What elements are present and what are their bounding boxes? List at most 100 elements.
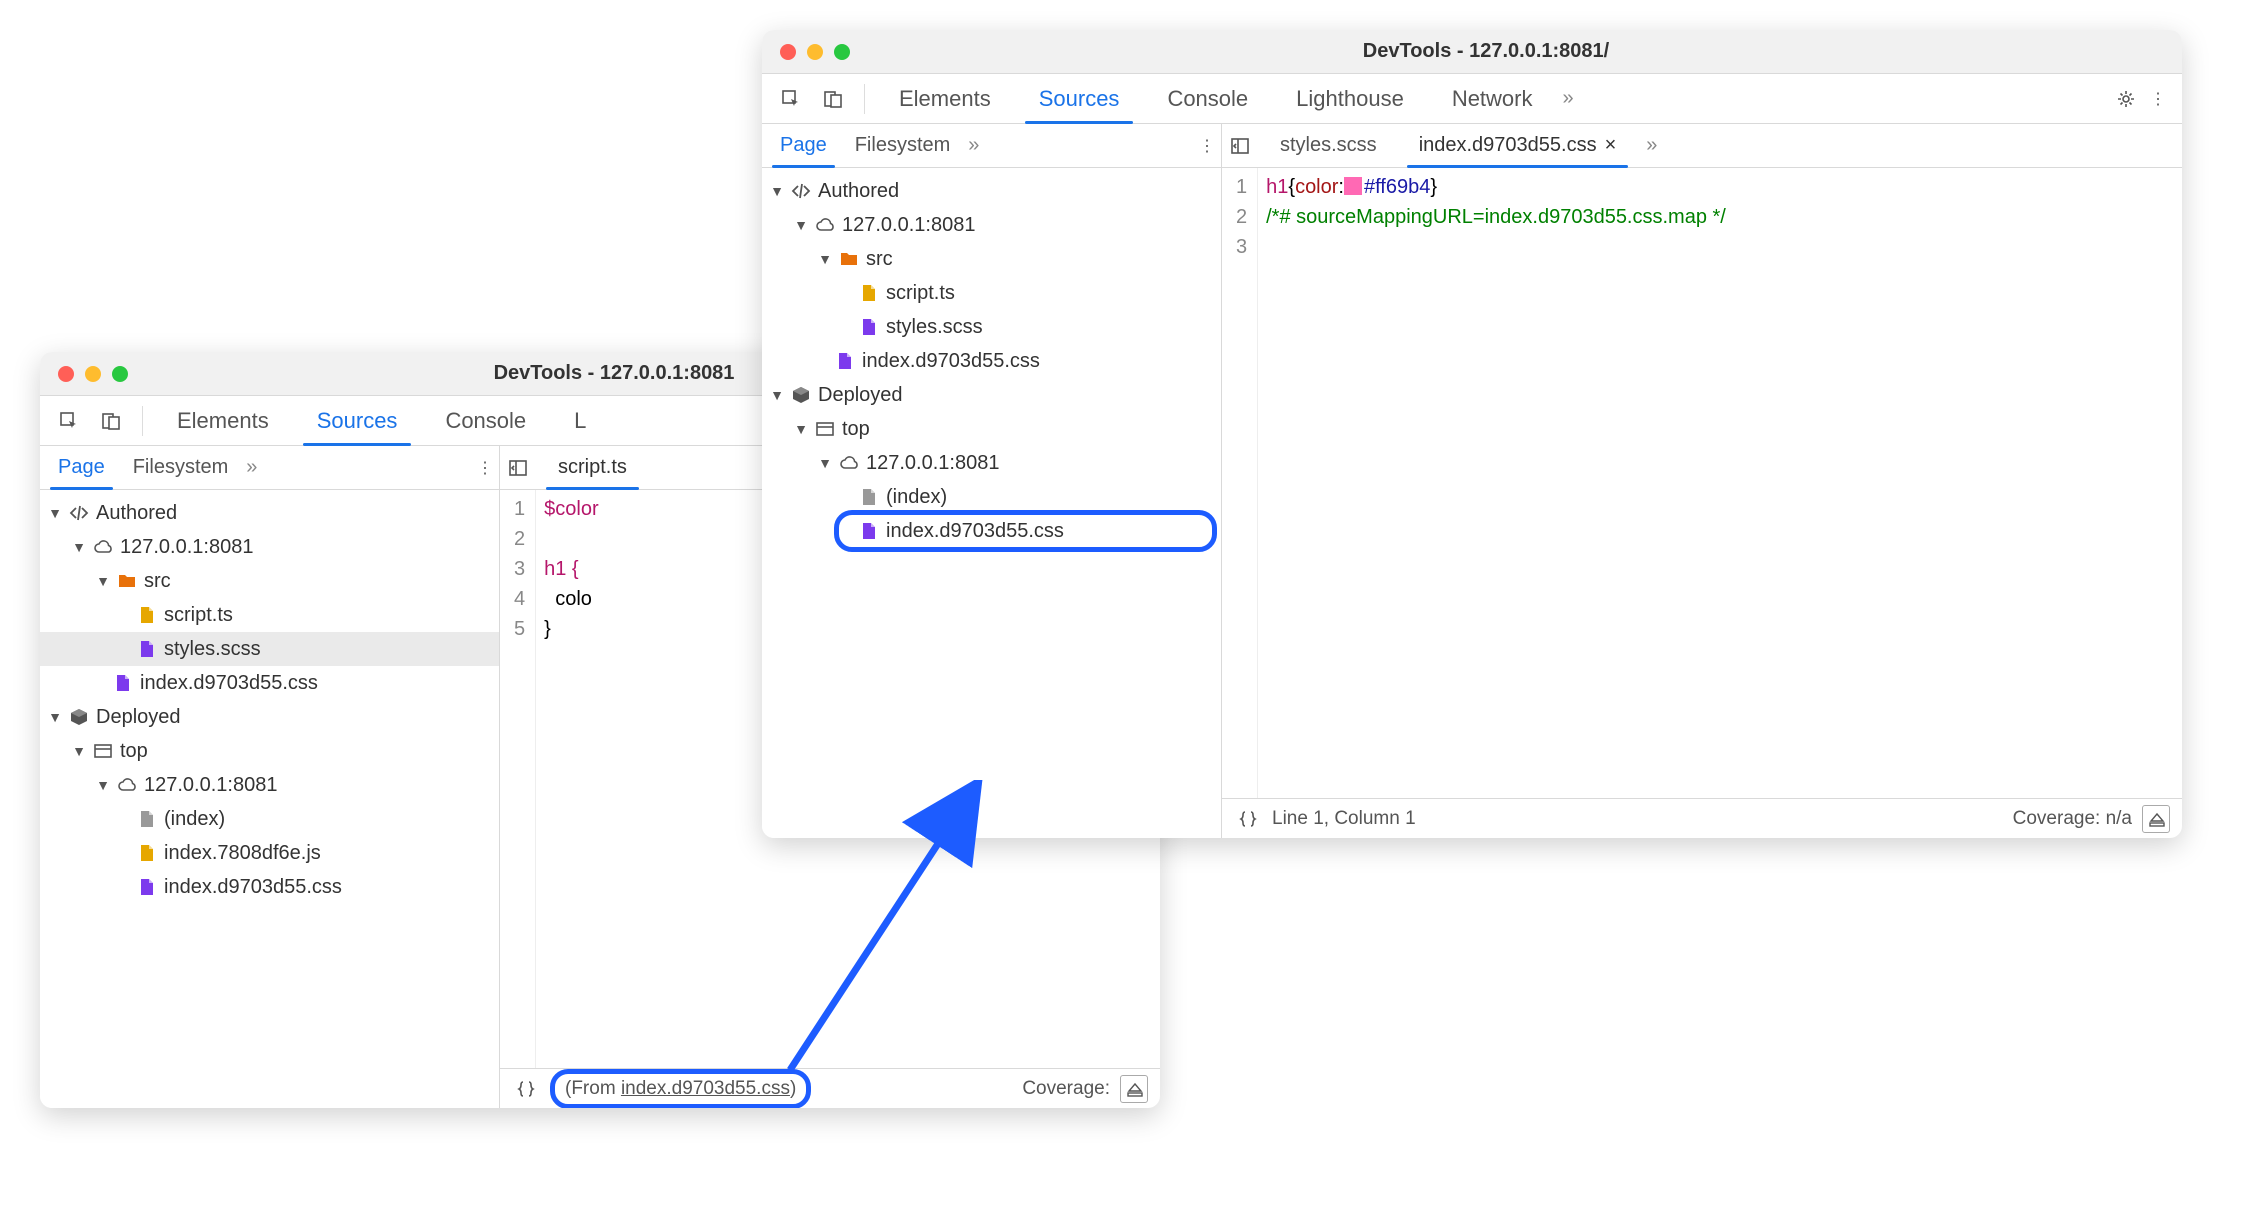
gutter: 123 bbox=[1222, 168, 1258, 798]
code-editor[interactable]: 123 h1{color:#ff69b4} /*# sourceMappingU… bbox=[1222, 168, 2182, 798]
chevron-right-icon[interactable]: » bbox=[964, 134, 983, 157]
css-file-icon bbox=[834, 350, 856, 372]
frame-icon bbox=[814, 418, 836, 440]
tree-styles-scss[interactable]: styles.scss bbox=[40, 632, 499, 666]
panel-toggle-icon[interactable] bbox=[1226, 132, 1254, 160]
navigator-sidebar: Page Filesystem » ⋮ ▼Authored ▼127.0.0.1… bbox=[40, 446, 500, 1108]
css-file-icon bbox=[112, 672, 134, 694]
eject-icon[interactable] bbox=[1120, 1075, 1148, 1103]
chevron-right-icon[interactable]: » bbox=[1642, 134, 1661, 157]
tab-elements[interactable]: Elements bbox=[877, 74, 1013, 123]
close-tab-icon[interactable]: × bbox=[1605, 134, 1617, 157]
separator bbox=[142, 406, 143, 436]
more-icon[interactable]: ⋮ bbox=[471, 454, 499, 482]
tab-elements[interactable]: Elements bbox=[155, 396, 291, 445]
file-tab-styles[interactable]: styles.scss bbox=[1264, 124, 1393, 167]
cloud-icon bbox=[92, 536, 114, 558]
file-tree: ▼Authored ▼127.0.0.1:8081 ▼src script.ts… bbox=[762, 168, 1221, 838]
tree-index-css[interactable]: index.d9703d55.css bbox=[762, 344, 1221, 378]
tab-lighthouse[interactable]: Lighthouse bbox=[1274, 74, 1426, 123]
statusbar: (From index.d9703d55.css) Coverage: bbox=[500, 1068, 1160, 1108]
folder-icon bbox=[838, 248, 860, 270]
cursor-position: Line 1, Column 1 bbox=[1272, 808, 1416, 830]
source-mapped-from[interactable]: (From index.d9703d55.css) bbox=[550, 1069, 811, 1109]
coverage-label: Coverage: n/a bbox=[2013, 808, 2132, 830]
tab-console[interactable]: Console bbox=[423, 396, 548, 445]
tree-authored[interactable]: ▼Authored bbox=[40, 496, 499, 530]
zoom-icon[interactable] bbox=[112, 366, 128, 382]
tree-script-ts[interactable]: script.ts bbox=[40, 598, 499, 632]
panel-toggle-icon[interactable] bbox=[504, 454, 532, 482]
tree-index[interactable]: (index) bbox=[762, 480, 1221, 514]
minimize-icon[interactable] bbox=[807, 44, 823, 60]
tree-top[interactable]: ▼top bbox=[40, 734, 499, 768]
device-toggle-icon[interactable] bbox=[814, 80, 852, 118]
pretty-print-icon[interactable] bbox=[512, 1075, 540, 1103]
tree-styles-scss[interactable]: styles.scss bbox=[762, 310, 1221, 344]
tree-host[interactable]: ▼127.0.0.1:8081 bbox=[762, 208, 1221, 242]
chevron-right-icon[interactable]: » bbox=[1559, 87, 1578, 110]
inspect-icon[interactable] bbox=[50, 402, 88, 440]
minimize-icon[interactable] bbox=[85, 366, 101, 382]
tree-host[interactable]: ▼127.0.0.1:8081 bbox=[40, 530, 499, 564]
tree-script-ts[interactable]: script.ts bbox=[762, 276, 1221, 310]
close-icon[interactable] bbox=[780, 44, 796, 60]
file-icon bbox=[858, 486, 880, 508]
tree-src[interactable]: ▼src bbox=[762, 242, 1221, 276]
tree-dep-index-css[interactable]: index.d9703d55.css bbox=[40, 870, 499, 904]
more-icon[interactable]: ⋮ bbox=[1193, 132, 1221, 160]
tab-filesystem[interactable]: Filesystem bbox=[841, 124, 965, 167]
traffic-lights bbox=[762, 44, 850, 60]
tree-dep-index-css-highlighted[interactable]: index.d9703d55.css bbox=[762, 514, 1221, 548]
file-tab-script-ts[interactable]: script.ts bbox=[542, 446, 643, 489]
tab-filesystem[interactable]: Filesystem bbox=[119, 446, 243, 489]
navigator-tabs: Page Filesystem » ⋮ bbox=[40, 446, 499, 490]
source-link[interactable]: index.d9703d55.css bbox=[621, 1078, 790, 1099]
gear-icon[interactable] bbox=[2112, 85, 2140, 113]
cloud-icon bbox=[814, 214, 836, 236]
tree-host2[interactable]: ▼127.0.0.1:8081 bbox=[40, 768, 499, 802]
tree-authored[interactable]: ▼Authored bbox=[762, 174, 1221, 208]
chevron-right-icon[interactable]: » bbox=[242, 456, 261, 479]
zoom-icon[interactable] bbox=[834, 44, 850, 60]
tree-deployed[interactable]: ▼Deployed bbox=[762, 378, 1221, 412]
tab-page[interactable]: Page bbox=[766, 124, 841, 167]
code-area: h1{color:#ff69b4} /*# sourceMappingURL=i… bbox=[1258, 168, 1734, 798]
tab-overflow[interactable]: L bbox=[552, 396, 592, 445]
tree-src[interactable]: ▼src bbox=[40, 564, 499, 598]
box-icon bbox=[68, 706, 90, 728]
file-tab-index-css[interactable]: index.d9703d55.css× bbox=[1403, 124, 1633, 167]
file-icon bbox=[136, 808, 158, 830]
tab-sources[interactable]: Sources bbox=[1017, 74, 1142, 123]
pretty-print-icon[interactable] bbox=[1234, 805, 1262, 833]
navigator-sidebar: Page Filesystem » ⋮ ▼Authored ▼127.0.0.1… bbox=[762, 124, 1222, 838]
js-file-icon bbox=[136, 842, 158, 864]
tree-host2[interactable]: ▼127.0.0.1:8081 bbox=[762, 446, 1221, 480]
titlebar: DevTools - 127.0.0.1:8081/ bbox=[762, 30, 2182, 74]
tree-index[interactable]: (index) bbox=[40, 802, 499, 836]
tree-top[interactable]: ▼top bbox=[762, 412, 1221, 446]
color-swatch[interactable] bbox=[1344, 177, 1362, 195]
close-icon[interactable] bbox=[58, 366, 74, 382]
css-file-icon bbox=[136, 876, 158, 898]
ts-file-icon bbox=[858, 282, 880, 304]
gutter: 12345 bbox=[500, 490, 536, 1068]
statusbar: Line 1, Column 1 Coverage: n/a bbox=[1222, 798, 2182, 838]
tree-index-css[interactable]: index.d9703d55.css bbox=[40, 666, 499, 700]
code-icon bbox=[790, 180, 812, 202]
device-toggle-icon[interactable] bbox=[92, 402, 130, 440]
devtools-window-right: DevTools - 127.0.0.1:8081/ Elements Sour… bbox=[762, 30, 2182, 838]
tab-network[interactable]: Network bbox=[1430, 74, 1555, 123]
eject-icon[interactable] bbox=[2142, 805, 2170, 833]
folder-icon bbox=[116, 570, 138, 592]
tree-index-js[interactable]: index.7808df6e.js bbox=[40, 836, 499, 870]
tab-console[interactable]: Console bbox=[1145, 74, 1270, 123]
frame-icon bbox=[92, 740, 114, 762]
tab-sources[interactable]: Sources bbox=[295, 396, 420, 445]
code-area: $color h1 { colo } bbox=[536, 490, 606, 1068]
tab-page[interactable]: Page bbox=[44, 446, 119, 489]
inspect-icon[interactable] bbox=[772, 80, 810, 118]
navigator-tabs: Page Filesystem » ⋮ bbox=[762, 124, 1221, 168]
more-icon[interactable]: ⋮ bbox=[2144, 85, 2172, 113]
tree-deployed[interactable]: ▼Deployed bbox=[40, 700, 499, 734]
